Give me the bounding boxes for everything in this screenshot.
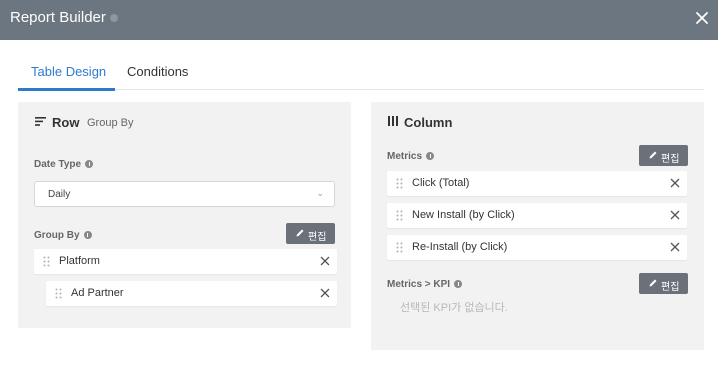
kpi-empty-message: 선택된 KPI가 없습니다. [400,302,508,314]
edit-button-label: 편집 [661,154,680,165]
row-panel: Row Group By Date Type Daily ⌄ Group By … [18,102,351,328]
column-panel: Column Metrics 편집 Click (Total) New Inst… [371,102,704,350]
tab-bar: Table Design Conditions [18,52,704,91]
metrics-label-text: Metrics [387,151,423,162]
columns-icon [388,116,398,126]
chevron-down-icon: ⌄ [316,188,324,198]
kpi-edit-button[interactable]: 편집 [639,273,688,294]
remove-icon[interactable] [670,242,680,252]
drag-handle-icon[interactable] [55,288,62,299]
pencil-icon [649,151,657,159]
remove-icon[interactable] [320,256,330,266]
info-icon[interactable] [426,152,435,160]
metric-item-label: New Install (by Click) [412,209,515,221]
drag-handle-icon[interactable] [43,256,50,267]
group-by-item-ad-partner[interactable]: Ad Partner [46,281,337,306]
metrics-label: Metrics [387,151,435,162]
row-subtitle: Group By [87,117,134,129]
status-dot-icon [110,14,118,22]
date-type-label: Date Type [34,159,94,170]
group-by-label: Group By [34,230,92,241]
group-by-item-label: Platform [59,255,100,267]
remove-icon[interactable] [670,210,680,220]
metric-item-re-install[interactable]: Re-Install (by Click) [387,235,687,260]
remove-icon[interactable] [320,288,330,298]
dialog-title: Report Builder [10,9,106,26]
metric-item-label: Click (Total) [412,177,470,189]
metrics-edit-button[interactable]: 편집 [639,145,688,166]
group-by-item-label: Ad Partner [71,287,124,299]
metric-item-new-install[interactable]: New Install (by Click) [387,203,687,228]
list-lines-icon [35,117,46,126]
date-type-select[interactable]: Daily ⌄ [34,181,335,207]
pencil-icon [296,229,304,237]
date-type-label-text: Date Type [34,159,82,170]
active-tab-indicator [18,88,115,91]
edit-button-label: 편집 [308,232,327,243]
edit-button-label: 편집 [661,282,680,293]
info-icon[interactable] [85,160,94,168]
remove-icon[interactable] [670,178,680,188]
tab-conditions[interactable]: Conditions [127,64,188,79]
metric-item-click-total[interactable]: Click (Total) [387,171,687,196]
pencil-icon [649,279,657,287]
date-type-value: Daily [48,189,71,200]
info-icon[interactable] [83,231,92,239]
drag-handle-icon[interactable] [396,242,403,253]
drag-handle-icon[interactable] [396,210,403,221]
close-icon[interactable] [692,8,712,28]
info-icon[interactable] [454,280,463,288]
dialog-header: Report Builder [0,0,718,40]
group-by-edit-button[interactable]: 편집 [286,223,335,244]
tab-table-design[interactable]: Table Design [31,64,106,79]
group-by-label-text: Group By [34,230,80,241]
group-by-item-platform[interactable]: Platform [34,249,337,274]
column-title: Column [404,115,453,130]
metric-item-label: Re-Install (by Click) [412,241,508,253]
row-title: Row [52,115,80,130]
kpi-label: Metrics > KPI [387,279,463,290]
kpi-label-text: Metrics > KPI [387,279,451,290]
drag-handle-icon[interactable] [396,178,403,189]
